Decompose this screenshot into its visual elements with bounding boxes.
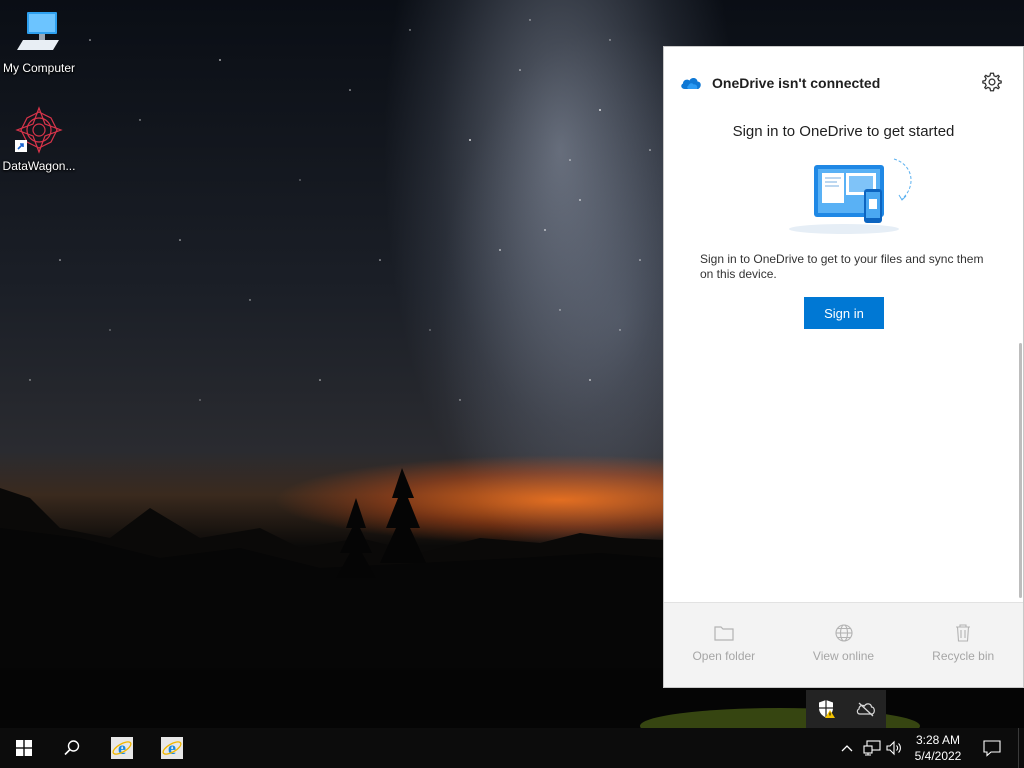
- svg-text:e: e: [168, 738, 176, 758]
- onedrive-signin-heading: Sign in to OneDrive to get started: [732, 123, 955, 140]
- onedrive-status-title: OneDrive isn't connected: [712, 75, 881, 91]
- volume-icon: [886, 740, 901, 756]
- desktop-icon-my-computer[interactable]: My Computer: [1, 8, 77, 75]
- globe-icon: [834, 624, 853, 642]
- sign-in-button[interactable]: Sign in: [804, 297, 884, 329]
- settings-gear-icon[interactable]: [981, 71, 1003, 93]
- onedrive-offline-icon[interactable]: [856, 701, 876, 717]
- devices-illustration: [789, 158, 912, 234]
- recycle-bin-button[interactable]: Recycle bin: [903, 603, 1023, 687]
- network-icon: [863, 740, 881, 756]
- action-center-button[interactable]: [976, 728, 1008, 768]
- show-desktop-button[interactable]: [1018, 728, 1024, 768]
- desktop-icon-label: DataWagon...: [2, 159, 76, 173]
- flyout-scrollbar[interactable]: [1019, 343, 1022, 598]
- onedrive-flyout: OneDrive isn't connected Sign in to OneD…: [663, 46, 1024, 688]
- security-warning-icon[interactable]: [818, 699, 836, 719]
- start-button[interactable]: [0, 728, 48, 768]
- onedrive-header: OneDrive isn't connected: [680, 71, 880, 95]
- taskbar: e e 3:28 AM 5/4/2022: [0, 728, 1024, 768]
- onedrive-footer: Open folder View online Recycle bin: [664, 602, 1023, 687]
- svg-text:e: e: [118, 738, 126, 758]
- trash-icon: [956, 624, 971, 642]
- onedrive-signin-description: Sign in to OneDrive to get to your files…: [700, 252, 984, 281]
- volume-button[interactable]: [884, 728, 906, 768]
- computer-icon: [17, 12, 59, 50]
- desktop-icon-label: My Computer: [2, 61, 76, 75]
- taskbar-ie-2[interactable]: e: [148, 728, 196, 768]
- search-icon: [64, 740, 80, 756]
- chevron-up-icon: [841, 745, 853, 752]
- datawagon-shortcut-icon: [15, 106, 63, 154]
- clock-time: 3:28 AM: [915, 733, 961, 747]
- taskbar-ie-1[interactable]: e: [98, 728, 146, 768]
- internet-explorer-icon: e: [111, 737, 133, 759]
- internet-explorer-icon: e: [161, 737, 183, 759]
- network-button[interactable]: [860, 728, 884, 768]
- action-center-icon: [983, 740, 1001, 757]
- taskbar-clock[interactable]: 3:28 AM 5/4/2022: [906, 732, 970, 764]
- search-button[interactable]: [48, 728, 96, 768]
- clock-date: 5/4/2022: [914, 749, 962, 763]
- desktop-icon-datawagon[interactable]: DataWagon...: [1, 106, 77, 173]
- folder-icon: [714, 626, 734, 641]
- windows-logo-icon: [16, 740, 32, 756]
- view-online-label: View online: [812, 649, 875, 663]
- open-folder-label: Open folder: [692, 649, 756, 663]
- show-hidden-icons-button[interactable]: [836, 728, 858, 768]
- open-folder-button[interactable]: Open folder: [664, 603, 784, 687]
- recycle-bin-label: Recycle bin: [932, 649, 995, 663]
- view-online-button[interactable]: View online: [784, 603, 904, 687]
- tray-overflow-popup: [806, 690, 886, 728]
- onedrive-cloud-icon: [681, 77, 701, 89]
